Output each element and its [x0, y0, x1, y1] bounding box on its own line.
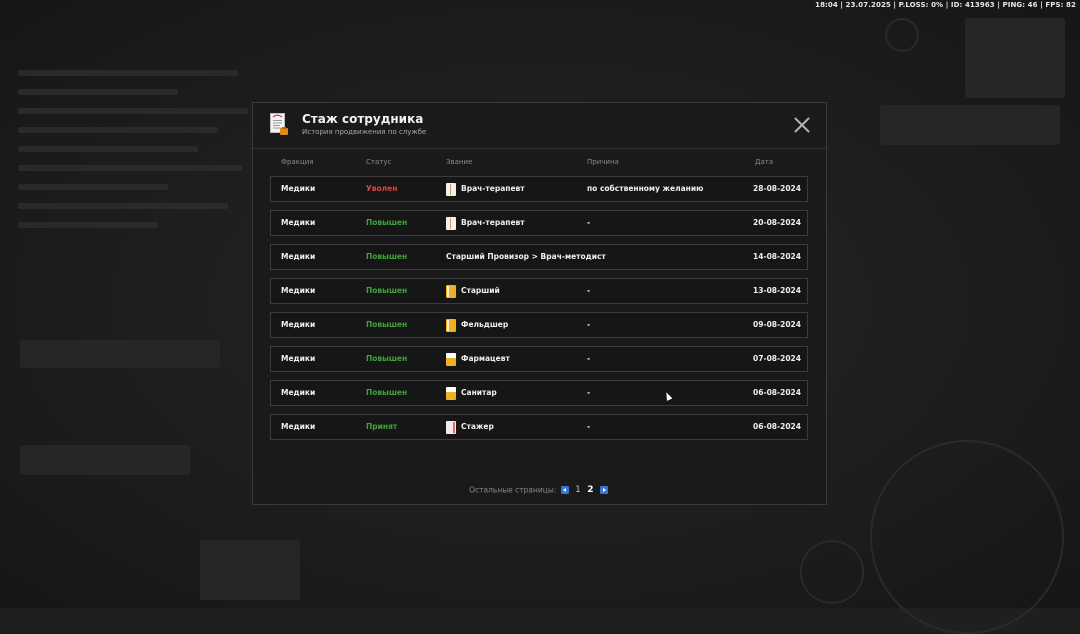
rank-label: Старший Провизор > Врач-методист — [446, 252, 606, 261]
reason-cell: - — [587, 320, 591, 329]
rank-badge-icon — [446, 182, 456, 196]
reason-cell: - — [587, 218, 591, 227]
fraction-cell: Медики — [281, 218, 316, 227]
table-row: Медики Повышен Врач-терапевт - 20-08-2024 — [270, 210, 808, 236]
background-hud-panel — [965, 18, 1065, 98]
background-speedometer — [870, 440, 1064, 634]
column-header-fraction: Фракция — [281, 158, 314, 166]
status-cell: Повышен — [366, 252, 408, 261]
rank-cell: Врач-терапевт — [446, 177, 525, 201]
rank-cell: Старший Провизор > Врач-методист — [446, 245, 606, 269]
table-row: Медики Принят Стажер - 06-08-2024 — [270, 414, 808, 440]
reason-cell: - — [587, 388, 591, 397]
next-page-icon[interactable] — [599, 486, 608, 494]
fraction-cell: Медики — [281, 286, 316, 295]
column-header-rank: Звание — [446, 158, 473, 166]
background-gauge — [800, 540, 864, 604]
status-cell: Повышен — [366, 218, 408, 227]
reason-cell: - — [587, 354, 591, 363]
rank-badge-icon — [446, 318, 456, 332]
rank-label: Врач-терапевт — [461, 184, 525, 193]
date-cell: 14-08-2024 — [753, 252, 801, 261]
status-cell: Повышен — [366, 286, 408, 295]
prev-page-icon[interactable] — [560, 486, 569, 494]
table-row: Медики Повышен Старший Провизор > Врач-мет… — [270, 244, 808, 270]
modal-subtitle: История продвижения по службе — [302, 128, 427, 136]
reason-cell: - — [587, 422, 591, 431]
column-header-reason: Причина — [587, 158, 619, 166]
rank-badge-icon — [446, 284, 456, 298]
status-cell: Повышен — [366, 320, 408, 329]
rank-cell: Старший — [446, 279, 500, 303]
background-icon-row — [20, 445, 190, 475]
fraction-cell: Медики — [281, 320, 316, 329]
background-hud-panel-2 — [880, 105, 1060, 145]
rank-label: Врач-терапевт — [461, 218, 525, 227]
rank-badge-icon — [446, 352, 456, 366]
date-cell: 07-08-2024 — [753, 354, 801, 363]
pagination-label: Остальные страницы: — [469, 485, 557, 495]
rank-cell: Санитар — [446, 381, 497, 405]
date-cell: 06-08-2024 — [753, 422, 801, 431]
modal-title: Стаж сотрудника — [302, 112, 424, 126]
page-1-button[interactable]: 1 — [575, 485, 581, 495]
rank-cell: Фармацевт — [446, 347, 510, 371]
document-icon — [270, 113, 288, 135]
table-row: Медики Повышен Фармацевт - 07-08-2024 — [270, 346, 808, 372]
background-minimap — [200, 540, 300, 600]
rank-badge-icon — [446, 386, 456, 400]
rank-label: Санитар — [461, 388, 497, 397]
fraction-cell: Медики — [281, 184, 316, 193]
rank-label: Фельдшер — [461, 320, 509, 329]
background-hud-circle — [885, 18, 919, 52]
status-bar: 18:04 | 23.07.2025 | P.LOSS: 0% | ID: 41… — [815, 1, 1076, 9]
rank-label: Старший — [461, 286, 500, 295]
date-cell: 06-08-2024 — [753, 388, 801, 397]
rank-badge-icon — [446, 216, 456, 230]
reason-cell: по собственному желанию — [587, 184, 704, 193]
modal-header: Стаж сотрудника История продвижения по с… — [253, 103, 826, 149]
fraction-cell: Медики — [281, 388, 316, 397]
fraction-cell: Медики — [281, 354, 316, 363]
date-cell: 13-08-2024 — [753, 286, 801, 295]
fraction-cell: Медики — [281, 422, 316, 431]
close-icon[interactable] — [794, 117, 810, 133]
rank-badge-icon — [446, 420, 456, 434]
date-cell: 09-08-2024 — [753, 320, 801, 329]
employee-history-modal: Стаж сотрудника История продвижения по с… — [252, 102, 827, 505]
date-cell: 28-08-2024 — [753, 184, 801, 193]
status-cell: Повышен — [366, 388, 408, 397]
rank-cell: Стажер — [446, 415, 494, 439]
page-2-button[interactable]: 2 — [587, 485, 593, 495]
status-cell: Повышен — [366, 354, 408, 363]
table-row: Медики Повышен Фельдшер - 09-08-2024 — [270, 312, 808, 338]
status-cell: Принят — [366, 422, 398, 431]
table-row: Медики Уволен Врач-терапевт по собственному… — [270, 176, 808, 202]
rank-label: Фармацевт — [461, 354, 510, 363]
rank-label: Стажер — [461, 422, 494, 431]
fraction-cell: Медики — [281, 252, 316, 261]
pagination: Остальные страницы: 1 2 — [253, 485, 826, 495]
status-cell: Уволен — [366, 184, 398, 193]
rank-cell: Врач-терапевт — [446, 211, 525, 235]
column-header-date: Дата — [755, 158, 774, 166]
date-cell: 20-08-2024 — [753, 218, 801, 227]
reason-cell: - — [587, 286, 591, 295]
column-header-status: Статус — [366, 158, 392, 166]
background-inventory-bar — [20, 340, 220, 368]
rank-cell: Фельдшер — [446, 313, 508, 337]
table-row: Медики Повышен Старший - 13-08-2024 — [270, 278, 808, 304]
table-row: Медики Повышен Санитар - 06-08-2024 — [270, 380, 808, 406]
background-chat — [18, 70, 258, 241]
